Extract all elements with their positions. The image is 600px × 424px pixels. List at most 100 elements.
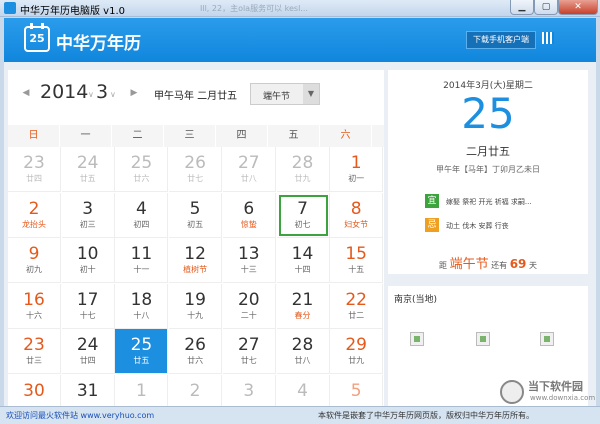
weekday-thu: 四 — [216, 125, 268, 147]
calendar-day-cell[interactable]: 27 廿七 — [222, 329, 276, 375]
calendar-day-cell[interactable]: 4 初四 — [115, 192, 169, 238]
chevron-down-icon[interactable]: ∨ — [110, 90, 116, 99]
calendar-day-cell[interactable]: 14 十四 — [276, 238, 330, 284]
qr-code-icon[interactable] — [542, 32, 554, 44]
calendar-day-cell[interactable]: 4 — [277, 375, 330, 406]
calendar-day-cell[interactable]: 15 十五 — [330, 238, 384, 284]
weekday-wed: 三 — [164, 125, 216, 147]
festival-select[interactable]: 端午节 ▼ — [250, 83, 320, 105]
year-select[interactable]: 2014 — [40, 81, 88, 103]
calendar-day-cell[interactable]: 5 — [330, 375, 384, 406]
calendar-day-cell[interactable]: 27 廿八 — [222, 147, 276, 192]
lunar-label: 廿六 — [187, 356, 204, 366]
site-link[interactable]: 欢迎访问最火软件站 www.veryhuo.com — [6, 410, 154, 421]
calendar-day-cell[interactable]: 3 初三 — [61, 192, 115, 238]
lunar-label: 廿九 — [348, 356, 365, 366]
calendar-day-cell[interactable]: 13 十三 — [222, 238, 276, 284]
calendar-day-cell[interactable]: 16 十六 — [8, 283, 61, 329]
yi-badge: 宜 — [425, 194, 439, 208]
lunar-label: 廿四 — [26, 174, 42, 183]
day-number: 18 — [130, 289, 153, 310]
calendar-day-cell[interactable]: 26 廿六 — [169, 329, 223, 375]
calendar-day-cell[interactable]: 22 廿二 — [330, 283, 384, 329]
ji-activities[interactable]: 动土 伐木 安葬 行丧 — [446, 221, 509, 231]
calendar-day-cell[interactable]: 24 廿四 — [61, 329, 115, 375]
calendar-day-cell[interactable]: 23 廿三 — [8, 329, 61, 375]
calendar-day-cell[interactable]: 18 十八 — [115, 283, 169, 329]
detail-day-number: 25 — [461, 89, 515, 138]
maximize-button[interactable]: ▢ — [534, 0, 558, 15]
day-number: 12 — [184, 244, 206, 265]
day-number: 7 — [297, 198, 308, 219]
calendar-day-cell[interactable]: 1 初一 — [330, 147, 384, 192]
calendar-day-cell[interactable]: 5 初五 — [169, 192, 223, 238]
weekday-tue: 二 — [112, 125, 164, 147]
calendar-day-cell[interactable]: 10 初十 — [61, 238, 115, 284]
day-number: 3 — [82, 198, 94, 219]
calendar-day-cell[interactable]: 28 廿八 — [276, 329, 330, 375]
calendar-day-cell[interactable]: 17 十七 — [61, 283, 115, 329]
calendar-day-cell[interactable]: 29 廿九 — [330, 329, 384, 375]
lunar-label: 初四 — [133, 219, 150, 229]
calendar-day-cell[interactable]: 19 十九 — [169, 283, 223, 329]
calendar-day-cell[interactable]: 31 — [62, 375, 115, 406]
lunar-label: 廿八 — [294, 356, 311, 366]
calendar-day-cell[interactable]: 25 廿五 — [115, 329, 169, 375]
calendar-day-cell[interactable]: 28 廿九 — [276, 147, 330, 192]
calendar-day-cell[interactable]: 6 惊蛰 — [222, 192, 276, 238]
detail-ganzhi: 甲午年【马年】丁卯月乙未日 — [436, 165, 540, 174]
calendar-day-cell[interactable]: 9 初九 — [8, 238, 61, 284]
download-mobile-button[interactable]: 下载手机客户端 — [466, 31, 536, 49]
lunar-label: 十六 — [26, 310, 42, 320]
calendar-day-cell[interactable]: 30 — [8, 375, 61, 406]
lunar-label: 初七 — [294, 219, 311, 229]
day-number: 27 — [237, 335, 260, 356]
lunar-label: 十七 — [79, 310, 96, 320]
calendar-day-cell[interactable]: 11 十一 — [115, 238, 169, 284]
lunar-label: 廿二 — [348, 310, 365, 320]
detail-lunar-date: 二月廿五 — [466, 145, 510, 158]
minimize-button[interactable]: ▁ — [510, 0, 534, 15]
day-number: 23 — [23, 335, 45, 356]
calendar-day-cell[interactable]: 20 二十 — [222, 283, 276, 329]
faded-title-text: Ill, 22，主ola服务可以 kesl... — [200, 4, 308, 13]
calendar-day-cell[interactable]: 26 廿七 — [169, 147, 223, 192]
countdown-prefix: 距 — [439, 261, 448, 270]
day-number: 5 — [350, 381, 362, 401]
weather-city[interactable]: 南京(当地) — [394, 292, 437, 305]
calendar-day-cell[interactable]: 23 廿四 — [8, 147, 61, 192]
calendar-day-cell[interactable]: 25 廿六 — [115, 147, 169, 192]
calendar-day-cell[interactable]: 24 廿五 — [61, 147, 115, 192]
weather-image-icon — [540, 332, 554, 346]
calendar-day-cell[interactable]: 3 — [223, 375, 276, 406]
day-number: 28 — [291, 335, 314, 356]
calendar-day-cell[interactable]: 2 — [169, 375, 223, 406]
calendar-day-cell[interactable]: 12 植树节 — [169, 238, 223, 284]
calendar-logo-icon: 25 — [24, 23, 50, 52]
lunar-label: 廿八 — [240, 174, 257, 183]
day-number: 1 — [135, 381, 147, 401]
chevron-down-icon[interactable]: ∨ — [88, 90, 94, 99]
lunar-label: 龙抬头 — [22, 219, 46, 229]
calendar-day-cell[interactable]: 8 妇女节 — [330, 192, 384, 238]
calendar-day-cell[interactable]: 7 初七 — [276, 192, 330, 238]
yi-activities[interactable]: 嫁娶 祭祀 开光 祈福 求嗣... — [446, 197, 532, 207]
status-bar: 欢迎访问最火软件站 www.veryhuo.com 本软件是嵌套了中华万年历网页… — [0, 406, 600, 424]
app-header: 25 中华万年历 下载手机客户端 — [4, 18, 596, 62]
day-number: 4 — [135, 198, 147, 219]
prev-month-button[interactable]: ◀ — [20, 87, 32, 99]
day-number: 25 — [130, 335, 153, 356]
lunar-label: 廿四 — [79, 356, 96, 366]
calendar-day-cell[interactable]: 21 春分 — [276, 283, 330, 329]
month-select[interactable]: 3 — [96, 81, 108, 103]
close-button[interactable]: ✕ — [558, 0, 598, 15]
day-number: 2 — [189, 381, 201, 401]
dropdown-arrow-icon[interactable]: ▼ — [303, 84, 319, 104]
day-number: 14 — [291, 244, 314, 265]
watermark-text: 当下软件园 — [528, 380, 583, 393]
lunar-label: 廿九 — [294, 174, 311, 183]
lunar-label: 初九 — [26, 265, 42, 275]
calendar-day-cell[interactable]: 1 — [115, 375, 169, 406]
calendar-day-cell[interactable]: 2 龙抬头 — [8, 192, 61, 238]
next-month-button[interactable]: ▶ — [128, 87, 140, 99]
